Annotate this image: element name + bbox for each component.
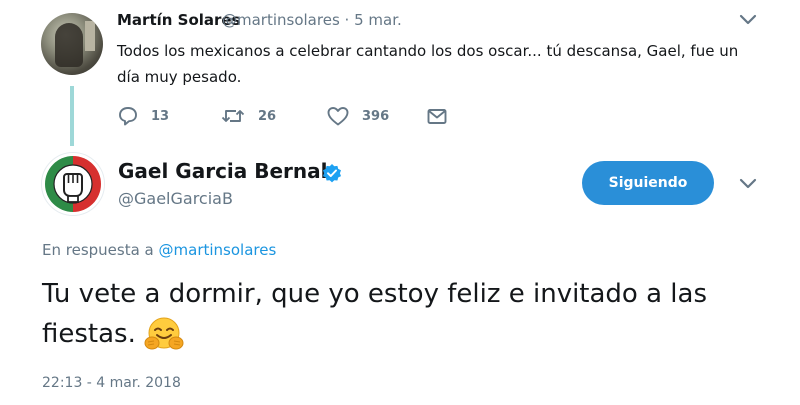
main-more-chevron-icon[interactable] <box>738 176 758 195</box>
verified-badge-icon <box>322 163 342 187</box>
following-button[interactable]: Siguiendo <box>582 161 714 205</box>
avatar-figure <box>55 23 83 67</box>
parent-tweet-text: Todos los mexicanos a celebrar cantando … <box>117 42 739 86</box>
heart-icon <box>326 105 350 127</box>
main-author-handle[interactable]: @GaelGarciaB <box>118 189 233 208</box>
parent-author-avatar[interactable] <box>41 13 103 75</box>
raised-fist-logo-icon <box>42 153 104 215</box>
envelope-icon <box>426 105 448 127</box>
retweet-count: 26 <box>258 108 277 124</box>
parent-tweet-date[interactable]: 5 mar. <box>354 11 402 29</box>
main-tweet-text: Tu vete a dormir, que yo estoy feliz e i… <box>42 279 708 349</box>
reply-mention-link[interactable]: @martinsolares <box>159 241 277 259</box>
reply-count: 13 <box>151 108 170 124</box>
avatar-tower <box>85 21 95 51</box>
retweet-action[interactable]: 26 <box>220 105 276 127</box>
direct-message-action[interactable] <box>426 105 448 127</box>
retweet-icon <box>220 105 246 127</box>
hugging-face-emoji-icon <box>144 316 184 364</box>
tweet-timestamp[interactable]: 22:13 - 4 mar. 2018 <box>42 375 181 391</box>
reply-icon <box>117 105 139 127</box>
parent-author-handle[interactable]: @martinsolares <box>222 11 340 29</box>
parent-author-meta: @martinsolares · 5 mar. <box>222 11 402 29</box>
main-author-name[interactable]: Gael Garcia Bernal <box>118 159 328 183</box>
meta-separator: · <box>344 11 350 29</box>
reply-action[interactable]: 13 <box>117 105 169 127</box>
parent-more-chevron-icon[interactable] <box>738 12 758 31</box>
like-action[interactable]: 396 <box>326 105 389 127</box>
like-count: 396 <box>362 108 390 124</box>
main-author-avatar[interactable] <box>41 152 105 216</box>
thread-connector-line <box>70 86 74 146</box>
reply-prefix: En respuesta a <box>42 241 154 259</box>
main-tweet-text-block: Tu vete a dormir, que yo estoy feliz e i… <box>42 274 782 364</box>
reply-context: En respuesta a @martinsolares <box>42 241 276 259</box>
